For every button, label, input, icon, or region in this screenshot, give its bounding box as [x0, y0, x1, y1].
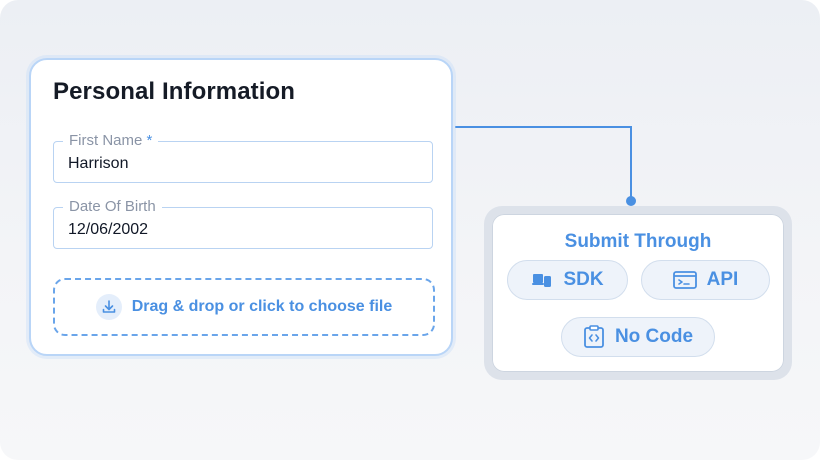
first-name-field[interactable]: First Name * Harrison	[53, 132, 433, 183]
api-option-button[interactable]: API	[641, 260, 770, 300]
api-option-label: API	[706, 269, 739, 290]
devices-icon	[532, 274, 552, 287]
submit-through-card: Submit Through SDK API No Code	[492, 214, 784, 372]
personal-information-card: Personal Information First Name * Harris…	[29, 58, 453, 356]
no-code-option-label: No Code	[614, 326, 694, 347]
file-dropzone[interactable]: Drag & drop or click to choose file	[53, 278, 435, 336]
submit-through-title: Submit Through	[564, 231, 712, 252]
form-title: Personal Information	[53, 78, 296, 105]
terminal-window-icon	[672, 271, 697, 289]
first-name-label: First Name *	[63, 132, 159, 149]
code-clipboard-icon	[584, 325, 604, 348]
date-of-birth-label: Date Of Birth	[63, 198, 162, 215]
submit-through-panel: Submit Through SDK API No Code	[484, 206, 792, 380]
sdk-option-label: SDK	[563, 269, 604, 290]
connector-dot	[626, 196, 636, 206]
no-code-option-button[interactable]: No Code	[561, 317, 715, 357]
date-of-birth-value: 12/06/2002	[68, 221, 149, 238]
canvas-background: Personal Information First Name * Harris…	[0, 0, 820, 460]
first-name-value: Harrison	[68, 155, 129, 172]
first-name-label-text: First Name	[69, 132, 143, 149]
dropzone-label: Drag & drop or click to choose file	[131, 298, 393, 315]
download-icon	[95, 294, 122, 320]
required-mark: *	[146, 132, 153, 149]
date-of-birth-field[interactable]: Date Of Birth 12/06/2002	[53, 198, 433, 249]
sdk-option-button[interactable]: SDK	[507, 260, 628, 300]
